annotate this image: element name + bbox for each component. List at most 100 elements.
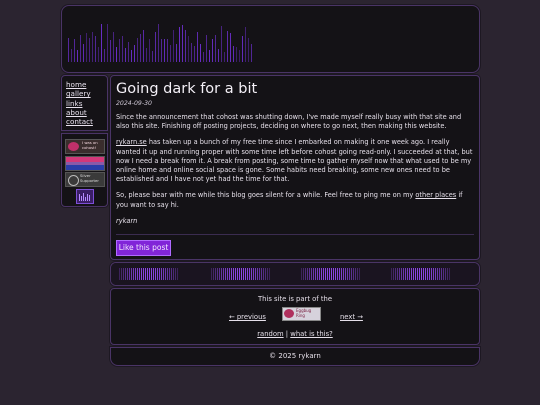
- logo-glyph-bar: [143, 30, 144, 62]
- eggbug-icon: [284, 309, 294, 318]
- stripe-graphic: [111, 263, 479, 285]
- logo-glyph-bar: [176, 44, 177, 62]
- stripe-bar: [349, 268, 350, 280]
- webring-badge-text: Eggbug Ring: [296, 308, 312, 318]
- logo-glyph-bar: [182, 25, 183, 62]
- barcode-badge[interactable]: [76, 189, 94, 204]
- logo-glyph-bar: [239, 50, 240, 62]
- webring-previous-link[interactable]: ← previous: [229, 313, 266, 321]
- stripe-bar: [265, 268, 266, 280]
- logo-glyph-bar: [92, 32, 93, 62]
- stripe-bar: [255, 268, 256, 280]
- logo-glyph-bar: [89, 38, 90, 62]
- stripe-bar: [317, 268, 318, 280]
- stripe-bar: [437, 268, 438, 280]
- stripe-bar: [301, 268, 302, 280]
- stripe-bar: [323, 268, 324, 280]
- stripe-bar: [235, 268, 236, 280]
- logo-glyph-bar: [230, 33, 231, 62]
- logo-glyph-bar: [164, 39, 165, 62]
- nav-link-contact[interactable]: contact: [63, 117, 93, 126]
- nav-link-gallery[interactable]: gallery: [63, 89, 93, 98]
- stripe-bar: [267, 268, 268, 280]
- stripe-bar: [153, 268, 154, 280]
- stripe-bar: [245, 268, 246, 280]
- logo-glyph-bar: [146, 48, 147, 62]
- stripe-bar: [211, 268, 212, 280]
- like-button[interactable]: Like this post: [116, 240, 171, 256]
- stripe-bar: [433, 268, 434, 280]
- stripe-bar: [231, 268, 232, 280]
- stripe-bar: [223, 268, 224, 280]
- stripe-bar: [157, 268, 158, 280]
- logo-glyph-bar: [77, 50, 78, 62]
- stripe-bar: [247, 268, 248, 280]
- webring-random-link[interactable]: random: [257, 330, 283, 338]
- logo-glyph-bar: [203, 52, 204, 62]
- logo-glyph-bar: [218, 49, 219, 62]
- stripe-bar: [173, 268, 174, 280]
- logo-glyph-bar: [101, 24, 102, 62]
- stripe-bar: [261, 268, 262, 280]
- site-link[interactable]: rykarn.se: [116, 138, 147, 146]
- logo-glyph-bar: [209, 50, 210, 62]
- webring-about-link[interactable]: what is this?: [290, 330, 332, 338]
- logo-glyph-bar: [152, 51, 153, 62]
- stripe-bar: [359, 268, 360, 280]
- stripe-bar: [319, 268, 320, 280]
- stripe-bar: [171, 268, 172, 280]
- stripe-bar: [269, 268, 270, 280]
- stripe-bar: [229, 268, 230, 280]
- logo-glyph-bar: [242, 36, 243, 62]
- logo-glyph-bar: [179, 27, 180, 62]
- stripe-bar: [325, 268, 326, 280]
- logo-glyph-bar: [137, 38, 138, 62]
- logo-glyph-bar: [251, 44, 252, 62]
- badge-panel: I was on cohost! Silver Supporter: [61, 133, 108, 207]
- pride-flag-badge[interactable]: [65, 156, 105, 171]
- webring-intro: This site is part of the: [257, 295, 333, 303]
- copyright-text: © 2025 rykarn: [269, 352, 321, 360]
- site-logo[interactable]: [68, 20, 258, 62]
- logo-glyph-bar: [233, 46, 234, 62]
- nav-link-home[interactable]: home: [63, 80, 93, 89]
- stripe-bar: [163, 268, 164, 280]
- stripe-bar: [407, 268, 408, 280]
- logo-glyph-bar: [173, 30, 174, 62]
- stripe-bar: [309, 268, 310, 280]
- stripe-bar: [333, 268, 334, 280]
- stripe-bar: [241, 268, 242, 280]
- stripe-bar: [169, 268, 170, 280]
- site-footer: © 2025 rykarn: [110, 347, 480, 366]
- stripe-bar: [401, 268, 402, 280]
- logo-glyph-bar: [116, 47, 117, 62]
- logo-glyph-bar: [134, 45, 135, 62]
- logo-glyph-bar: [74, 39, 75, 62]
- stripe-bar: [219, 268, 220, 280]
- post-signature: rykarn: [116, 216, 138, 225]
- stripe-bar: [243, 268, 244, 280]
- nav-link-links[interactable]: links: [63, 99, 93, 108]
- cohost-badge[interactable]: I was on cohost!: [65, 139, 105, 154]
- webring-badge[interactable]: Eggbug Ring: [282, 307, 321, 321]
- stripe-bar: [257, 268, 258, 280]
- stripe-bar: [327, 268, 328, 280]
- stripe-bar: [341, 268, 342, 280]
- divider: [116, 234, 474, 235]
- blog-post: Going dark for a bit 2024-09-30 Since th…: [110, 75, 480, 260]
- stripe-bar: [391, 268, 392, 280]
- stripe-bar: [141, 268, 142, 280]
- stripe-bar: [353, 268, 354, 280]
- stripe-bar: [423, 268, 424, 280]
- stripe-bar: [307, 268, 308, 280]
- webring-next-link[interactable]: next →: [340, 313, 363, 321]
- supporter-badge[interactable]: Silver Supporter: [65, 172, 105, 187]
- stripe-bar: [355, 268, 356, 280]
- other-places-link[interactable]: other places: [415, 191, 456, 199]
- stripe-bar: [227, 268, 228, 280]
- stripe-bar: [161, 268, 162, 280]
- stripe-bar: [213, 268, 214, 280]
- stripe-bar: [251, 268, 252, 280]
- stripe-bar: [165, 268, 166, 280]
- nav-link-about[interactable]: about: [63, 108, 93, 117]
